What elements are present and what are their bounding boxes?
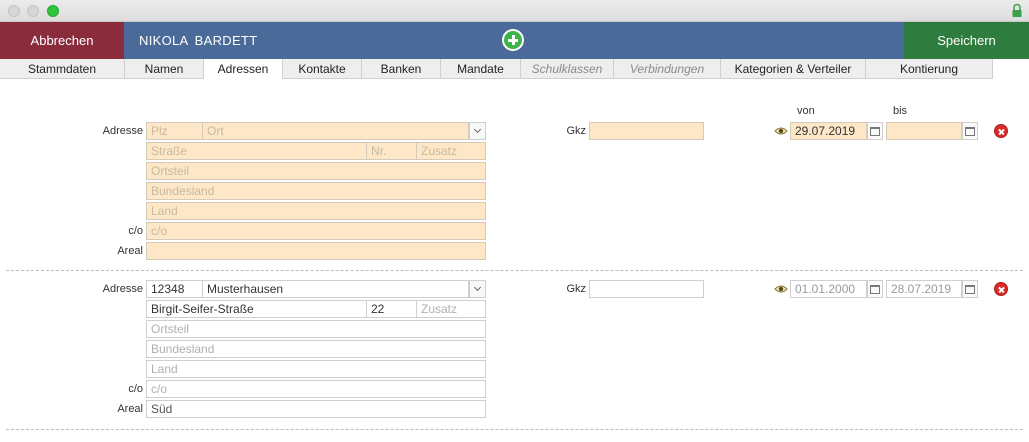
nr-field[interactable]: 22 <box>366 300 417 318</box>
tab-kontakte[interactable]: Kontakte <box>283 59 362 79</box>
delete-icon[interactable] <box>994 124 1008 138</box>
areal-label: Areal <box>117 403 143 415</box>
tab-stammdaten[interactable]: Stammdaten <box>0 59 125 79</box>
bis-date-field[interactable]: 28.07.2019 <box>886 280 962 298</box>
chevron-down-icon[interactable] <box>469 280 486 298</box>
address-separator <box>6 270 1023 271</box>
calendar-icon[interactable] <box>867 280 883 298</box>
plz-field[interactable]: Plz <box>146 122 203 140</box>
bundesland-field[interactable]: Bundesland <box>146 340 486 358</box>
von-date-field[interactable]: 29.07.2019 <box>790 122 867 140</box>
areal-label: Areal <box>117 245 143 257</box>
gkz-label: Gkz <box>566 283 586 295</box>
lock-icon <box>1012 3 1022 17</box>
areal-field[interactable]: Süd <box>146 400 486 418</box>
minimize-window-button[interactable] <box>27 5 39 17</box>
calendar-icon[interactable] <box>962 280 978 298</box>
areal-field[interactable] <box>146 242 486 260</box>
calendar-icon[interactable] <box>867 122 883 140</box>
eye-icon[interactable] <box>774 284 788 294</box>
zusatz-field[interactable]: Zusatz <box>416 300 486 318</box>
strasse-field[interactable]: Straße <box>146 142 367 160</box>
tab-kontierung[interactable]: Kontierung <box>866 59 993 79</box>
co-label: c/o <box>128 225 143 237</box>
gkz-label: Gkz <box>566 125 586 137</box>
tab-adressen[interactable]: Adressen <box>204 59 283 79</box>
adresse-label: Adresse <box>102 283 143 295</box>
window-titlebar <box>0 0 1029 22</box>
land-field[interactable]: Land <box>146 360 486 378</box>
strasse-field[interactable]: Birgit-Seifer-Straße <box>146 300 367 318</box>
ortsteil-field[interactable]: Ortsteil <box>146 320 486 338</box>
bis-date-field[interactable] <box>886 122 962 140</box>
co-field[interactable]: c/o <box>146 222 486 240</box>
close-window-button[interactable] <box>8 5 20 17</box>
gkz-field[interactable] <box>589 122 704 140</box>
eye-icon[interactable] <box>774 126 788 136</box>
tab-kategorien-verteiler[interactable]: Kategorien & Verteiler <box>721 59 866 79</box>
chevron-down-icon[interactable] <box>469 122 486 140</box>
address-separator <box>6 429 1023 430</box>
tab-namen[interactable]: Namen <box>125 59 204 79</box>
delete-icon[interactable] <box>994 282 1008 296</box>
co-field[interactable]: c/o <box>146 380 486 398</box>
plz-field[interactable]: 12348 <box>146 280 203 298</box>
header-bar: Abbrechen NIKOLA BARDETT Speichern <box>0 22 1029 59</box>
person-name: NIKOLA BARDETT <box>139 33 258 48</box>
co-label: c/o <box>128 383 143 395</box>
nr-field[interactable]: Nr. <box>366 142 417 160</box>
save-button[interactable]: Speichern <box>904 22 1029 59</box>
tab-schulklassen: Schulklassen <box>521 59 614 79</box>
tab-banken[interactable]: Banken <box>362 59 441 79</box>
zoom-window-button[interactable] <box>47 5 59 17</box>
tab-bar: Stammdaten Namen Adressen Kontakte Banke… <box>0 59 1029 79</box>
bis-header: bis <box>893 105 908 117</box>
ortsteil-field[interactable]: Ortsteil <box>146 162 486 180</box>
ort-field[interactable]: Musterhausen <box>202 280 469 298</box>
calendar-icon[interactable] <box>962 122 978 140</box>
zusatz-field[interactable]: Zusatz <box>416 142 486 160</box>
tab-verbindungen: Verbindungen <box>614 59 721 79</box>
bundesland-field[interactable]: Bundesland <box>146 182 486 200</box>
land-field[interactable]: Land <box>146 202 486 220</box>
ort-field[interactable]: Ort <box>202 122 469 140</box>
von-date-field[interactable]: 01.01.2000 <box>790 280 867 298</box>
gkz-field[interactable] <box>589 280 704 298</box>
adresse-label: Adresse <box>102 125 143 137</box>
von-header: von <box>797 105 815 117</box>
plus-circle-icon[interactable] <box>502 29 524 51</box>
cancel-button[interactable]: Abbrechen <box>0 22 124 59</box>
tab-mandate[interactable]: Mandate <box>441 59 521 79</box>
